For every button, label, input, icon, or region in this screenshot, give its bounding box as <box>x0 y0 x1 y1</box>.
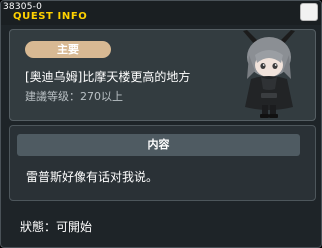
close-icon <box>301 4 317 20</box>
level-requirement: 建議等级：270以上 <box>25 90 123 103</box>
quest-name: [奥迪乌姆]比摩天楼更高的地方 <box>25 70 191 84</box>
window-title: QUEST INFO <box>13 11 88 22</box>
window-header: 38305-0 QUEST INFO <box>1 1 321 25</box>
quest-type-badge: 主要 <box>25 41 111 58</box>
content-text: 雷普斯好像有话对我说。 <box>26 170 159 184</box>
quest-info-window: 38305-0 QUEST INFO 主要 [奥迪乌姆]比摩天楼更高的地方 建議… <box>0 0 322 248</box>
close-button[interactable] <box>300 3 318 21</box>
quest-status: 狀態：可開始 <box>20 220 93 234</box>
content-section-header: 内容 <box>17 134 300 156</box>
npc-portrait <box>243 30 295 118</box>
